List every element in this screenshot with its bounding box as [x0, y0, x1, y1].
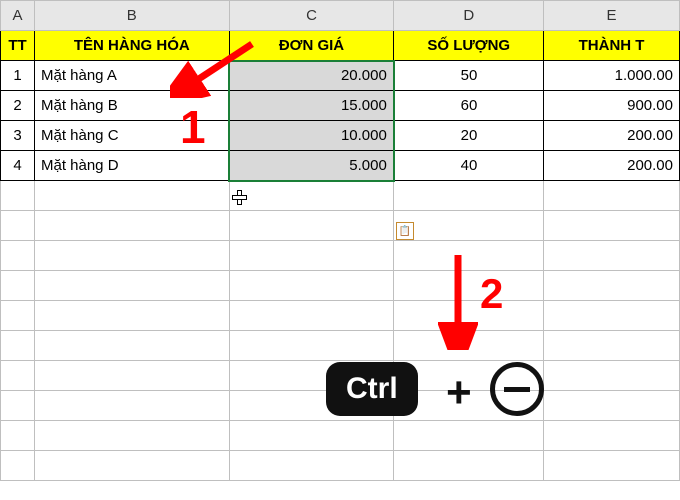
colhead-D[interactable]: D [394, 1, 544, 31]
colhead-C[interactable]: C [229, 1, 394, 31]
hdr-tt[interactable]: TT [1, 31, 35, 61]
empty-cell[interactable] [1, 181, 35, 211]
empty-cell[interactable] [34, 421, 229, 451]
minus-key-icon [490, 362, 544, 416]
empty-cell[interactable] [394, 301, 544, 331]
empty-cell[interactable] [229, 271, 394, 301]
empty-cell[interactable] [544, 271, 680, 301]
hdr-thanhtien[interactable]: THÀNH T [544, 31, 680, 61]
empty-cell[interactable] [544, 331, 680, 361]
empty-cell[interactable] [394, 181, 544, 211]
cell-cursor-icon [232, 190, 247, 205]
empty-cell[interactable] [394, 211, 544, 241]
empty-cell[interactable] [544, 451, 680, 481]
empty-cell[interactable] [544, 361, 680, 391]
empty-cell[interactable] [1, 451, 35, 481]
cell-thanhtien[interactable]: 1.000.00 [544, 61, 680, 91]
empty-cell[interactable] [1, 421, 35, 451]
empty-cell[interactable] [34, 241, 229, 271]
column-header-row: A B C D E [1, 1, 680, 31]
table-row: 4 Mặt hàng D 5.000 40 200.00 [1, 151, 680, 181]
empty-cell[interactable] [1, 331, 35, 361]
empty-cell[interactable] [34, 331, 229, 361]
cell-sl[interactable]: 40 [394, 151, 544, 181]
empty-cell[interactable] [394, 331, 544, 361]
hdr-ten[interactable]: TÊN HÀNG HÓA [34, 31, 229, 61]
empty-cell[interactable] [229, 241, 394, 271]
annotation-step2: 2 [480, 270, 503, 318]
hdr-dongia[interactable]: ĐƠN GIÁ [229, 31, 394, 61]
smart-tag-icon[interactable]: 📋 [396, 222, 414, 240]
annotation-step1: 1 [180, 100, 206, 154]
cell-sl[interactable]: 60 [394, 91, 544, 121]
empty-cell[interactable] [1, 211, 35, 241]
empty-cell[interactable] [544, 301, 680, 331]
cell-tt[interactable]: 3 [1, 121, 35, 151]
cell-sl[interactable]: 50 [394, 61, 544, 91]
cell-sl[interactable]: 20 [394, 121, 544, 151]
cell-thanhtien[interactable]: 900.00 [544, 91, 680, 121]
empty-cell[interactable] [394, 241, 544, 271]
cell-thanhtien[interactable]: 200.00 [544, 121, 680, 151]
empty-cell[interactable] [229, 181, 394, 211]
empty-cell[interactable] [229, 211, 394, 241]
empty-cell[interactable] [1, 271, 35, 301]
empty-cell[interactable] [1, 391, 35, 421]
empty-cell[interactable] [544, 421, 680, 451]
empty-cell[interactable] [544, 241, 680, 271]
empty-cell[interactable] [34, 391, 229, 421]
cell-tt[interactable]: 4 [1, 151, 35, 181]
empty-cell[interactable] [1, 301, 35, 331]
empty-cell[interactable] [394, 421, 544, 451]
cell-ten[interactable]: Mặt hàng D [34, 151, 229, 181]
empty-cell[interactable] [34, 211, 229, 241]
cell-dongia[interactable]: 15.000 [229, 91, 394, 121]
empty-cell[interactable] [229, 331, 394, 361]
cell-ten[interactable]: Mặt hàng A [34, 61, 229, 91]
empty-cell[interactable] [1, 361, 35, 391]
cell-dongia[interactable]: 5.000 [229, 151, 394, 181]
cell-tt[interactable]: 1 [1, 61, 35, 91]
cell-tt[interactable]: 2 [1, 91, 35, 121]
colhead-B[interactable]: B [34, 1, 229, 31]
empty-cell[interactable] [229, 301, 394, 331]
table-row: 2 Mặt hàng B 15.000 60 900.00 [1, 91, 680, 121]
empty-cell[interactable] [544, 181, 680, 211]
colhead-E[interactable]: E [544, 1, 680, 31]
empty-cell[interactable] [544, 391, 680, 421]
cell-thanhtien[interactable]: 200.00 [544, 151, 680, 181]
empty-cell[interactable] [229, 421, 394, 451]
empty-cell[interactable] [544, 211, 680, 241]
hdr-soluong[interactable]: SỐ LƯỢNG [394, 31, 544, 61]
empty-cell[interactable] [34, 271, 229, 301]
cell-dongia[interactable]: 10.000 [229, 121, 394, 151]
table-row: 1 Mặt hàng A 20.000 50 1.000.00 [1, 61, 680, 91]
empty-cell[interactable] [34, 451, 229, 481]
cell-dongia[interactable]: 20.000 [229, 61, 394, 91]
empty-cell[interactable] [34, 181, 229, 211]
header-row: TT TÊN HÀNG HÓA ĐƠN GIÁ SỐ LƯỢNG THÀNH T [1, 31, 680, 61]
plus-icon: + [446, 368, 472, 418]
empty-cell[interactable] [34, 301, 229, 331]
empty-cell[interactable] [229, 451, 394, 481]
empty-cell[interactable] [1, 241, 35, 271]
colhead-A[interactable]: A [1, 1, 35, 31]
table-row: 3 Mặt hàng C 10.000 20 200.00 [1, 121, 680, 151]
empty-cell[interactable] [394, 271, 544, 301]
empty-cell[interactable] [394, 451, 544, 481]
empty-cell[interactable] [34, 361, 229, 391]
ctrl-key-icon: Ctrl [326, 362, 418, 416]
